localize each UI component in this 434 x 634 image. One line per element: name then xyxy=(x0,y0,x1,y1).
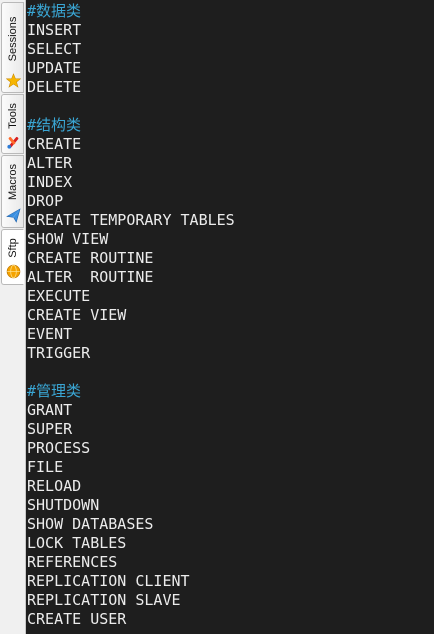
terminal-line: LOCK TABLES xyxy=(27,534,127,552)
terminal-line: ALTER xyxy=(27,154,73,172)
terminal-line: EXECUTE xyxy=(27,287,91,305)
terminal-output[interactable]: #数据类 INSERT SELECT UPDATE DELETE #结构类 CREATE AL… xyxy=(26,0,434,634)
terminal-comment-line: #结构类 xyxy=(27,116,82,134)
terminal-line: SHOW VIEW xyxy=(27,230,109,248)
terminal-line: PROCESS xyxy=(27,439,91,457)
terminal-line: REFERENCES xyxy=(27,553,118,571)
terminal-line: CREATE ROUTINE xyxy=(27,249,154,267)
terminal-line: DROP xyxy=(27,192,64,210)
terminal-line: CREATE VIEW xyxy=(27,306,127,324)
terminal-line: SHOW DATABASES xyxy=(27,515,154,533)
terminal-line: UPDATE xyxy=(27,59,82,77)
terminal-line: CREATE xyxy=(27,135,82,153)
terminal-line: FILE xyxy=(27,458,64,476)
sftp-globe-icon xyxy=(6,264,21,279)
terminal-line: RELOAD xyxy=(27,477,82,495)
terminal-comment-line: #管理类 xyxy=(27,382,82,400)
terminal-line: SHUTDOWN xyxy=(27,496,100,514)
tab-tools[interactable]: Tools xyxy=(1,94,24,154)
tab-sessions-label: Sessions xyxy=(6,16,19,62)
terminal-line: REPLICATION SLAVE xyxy=(27,591,181,609)
terminal-line: REPLICATION CLIENT xyxy=(27,572,190,590)
terminal-line: INDEX xyxy=(27,173,73,191)
tab-sessions[interactable]: Sessions xyxy=(1,2,24,93)
tab-macros[interactable]: Macros xyxy=(1,155,24,228)
terminal-comment-line: #数据类 xyxy=(27,2,82,20)
tools-icon xyxy=(7,136,19,149)
star-icon xyxy=(6,73,21,88)
paper-plane-icon xyxy=(6,208,21,223)
terminal-line: CREATE TEMPORARY TABLES xyxy=(27,211,235,229)
terminal-line: ALTER ROUTINE xyxy=(27,268,154,286)
tab-sftp-label: Sftp xyxy=(6,238,19,258)
terminal-line: DELETE xyxy=(27,78,82,96)
tab-sftp[interactable]: Sftp xyxy=(1,229,24,285)
terminal-line: EVENT xyxy=(27,325,73,343)
terminal-line: INSERT xyxy=(27,21,82,39)
side-tab-strip: Sessions Tools Macros Sftp xyxy=(0,0,26,634)
tab-macros-label: Macros xyxy=(6,163,19,201)
mobaxterm-window: Sessions Tools Macros Sftp #数据类 INSERT S… xyxy=(0,0,434,634)
terminal-line: SELECT xyxy=(27,40,82,58)
terminal-lines: #数据类 INSERT SELECT UPDATE DELETE #结构类 CREATE AL… xyxy=(27,2,235,629)
terminal-line: CREATE USER xyxy=(27,610,127,628)
terminal-line: TRIGGER xyxy=(27,344,91,362)
terminal-line: SUPER xyxy=(27,420,73,438)
tab-tools-label: Tools xyxy=(6,103,19,129)
terminal-line: GRANT xyxy=(27,401,73,419)
